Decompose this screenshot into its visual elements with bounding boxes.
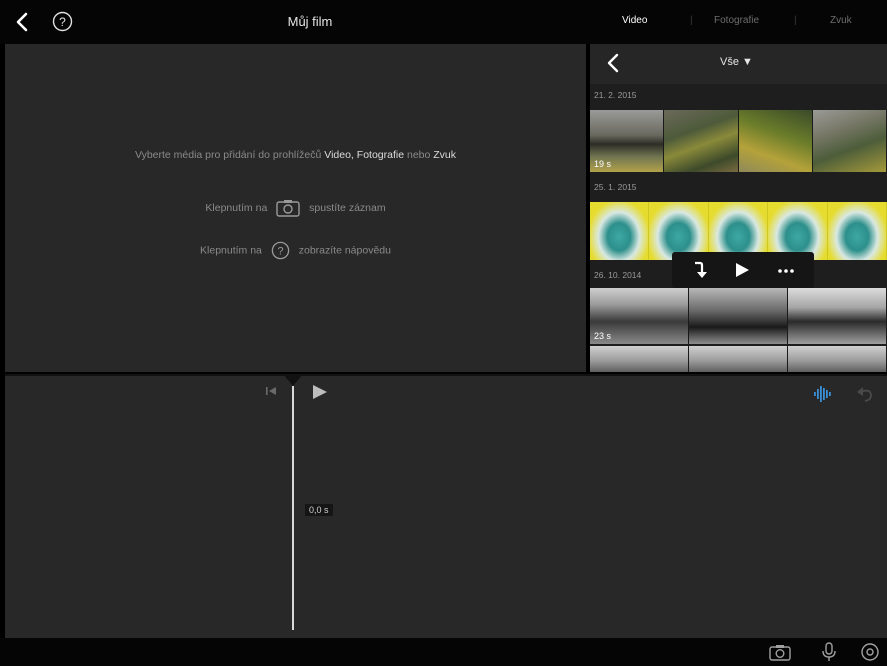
bottom-toolbar — [0, 638, 887, 666]
date-header: 21. 2. 2015 — [594, 90, 637, 100]
media-tabs: Video | Fotografie | Zvuk — [598, 15, 887, 31]
more-icon[interactable] — [776, 261, 796, 279]
record-hint-prefix: Klepnutím na — [205, 201, 268, 214]
filter-dropdown[interactable]: Vše ▼ — [720, 56, 753, 68]
clip-thumbnail: 23 s — [590, 288, 689, 344]
browser-header: Vše ▼ — [590, 44, 887, 84]
time-indicator: 0,0 s — [305, 504, 333, 516]
timeline-divider — [5, 374, 887, 376]
clip-thumbnail — [590, 346, 689, 372]
record-hint: Klepnutím na spustíte záznam — [5, 199, 586, 217]
record-hint-suffix: spustíte záznam — [309, 201, 386, 214]
instruction-photos: Fotografie — [356, 149, 405, 161]
clip-thumbnail — [812, 110, 887, 172]
clip-thumbnail — [788, 288, 887, 344]
timeline-play-icon[interactable] — [310, 382, 330, 402]
clip-thumbnail — [664, 110, 739, 172]
clip-thumbnail — [590, 202, 650, 260]
help-hint-prefix: Klepnutím na — [200, 244, 262, 257]
media-browser: Vše ▼ 21. 2. 2015 19 s 25. 1. 2015 26. 1… — [590, 44, 887, 372]
help-hint: Klepnutím na ? zobrazíte nápovědu — [5, 241, 586, 260]
top-bar: ? Můj film Video | Fotografie | Zvuk — [0, 0, 887, 44]
clip-thumbnail: 19 s — [590, 110, 665, 172]
undo-icon[interactable] — [854, 384, 876, 404]
video-clip-strip[interactable]: 23 s — [590, 288, 887, 344]
clip-duration: 19 s — [594, 159, 612, 169]
instruction-audio: Zvuk — [433, 149, 457, 161]
viewer-panel: Vyberte média pro přidání do prohlížečů … — [5, 44, 586, 372]
timeline[interactable]: 0,0 s — [5, 374, 887, 638]
rewind-to-start-icon[interactable] — [264, 384, 278, 398]
video-clip-strip[interactable] — [590, 346, 887, 372]
date-header: 25. 1. 2015 — [594, 182, 637, 192]
svg-text:?: ? — [277, 246, 283, 258]
clip-duration: 23 s — [594, 331, 612, 341]
waveform-icon[interactable] — [812, 384, 834, 404]
playhead[interactable] — [292, 386, 294, 630]
video-clip-strip[interactable]: 19 s — [590, 110, 887, 172]
tab-video[interactable]: Video — [622, 15, 647, 26]
insert-clip-icon[interactable] — [690, 261, 710, 279]
clip-action-popup — [672, 252, 814, 288]
clip-thumbnail — [738, 110, 813, 172]
tab-separator: | — [794, 15, 797, 26]
play-icon[interactable] — [732, 261, 752, 279]
clip-thumbnail — [689, 346, 788, 372]
viewer-instruction: Vyberte média pro přidání do prohlížečů … — [5, 149, 586, 161]
project-title: Můj film — [287, 14, 333, 29]
camera-icon — [276, 200, 300, 217]
instruction-prefix: Vyberte média pro přidání do prohlížečů — [134, 149, 322, 161]
camera-icon[interactable] — [769, 643, 791, 661]
browser-back-icon[interactable] — [606, 52, 620, 74]
clip-thumbnail — [827, 202, 887, 260]
clip-thumbnail — [689, 288, 788, 344]
help-icon: ? — [271, 241, 290, 260]
date-header: 26. 10. 2014 — [594, 270, 642, 280]
instruction-video: Video, — [324, 149, 354, 161]
tab-audio[interactable]: Zvuk — [830, 15, 852, 26]
help-hint-suffix: zobrazíte nápovědu — [298, 244, 391, 257]
settings-icon[interactable] — [860, 642, 880, 662]
tab-photos[interactable]: Fotografie — [714, 15, 759, 26]
clip-thumbnail — [788, 346, 887, 372]
tab-separator: | — [690, 15, 693, 26]
microphone-icon[interactable] — [821, 642, 837, 662]
instruction-or: nebo — [406, 149, 431, 161]
